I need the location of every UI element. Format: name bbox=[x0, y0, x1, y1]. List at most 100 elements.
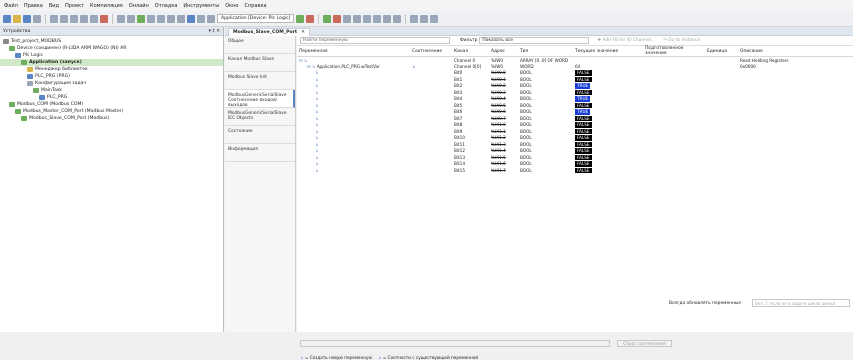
flow-icon[interactable] bbox=[410, 14, 419, 23]
table-row[interactable]: ↳ Bit15 %IX1.7 BOOL FALSE bbox=[297, 167, 853, 174]
print-icon[interactable] bbox=[33, 14, 41, 23]
side-tab[interactable]: Modbus Slave Init bbox=[225, 72, 295, 90]
step-out-icon[interactable] bbox=[177, 14, 185, 23]
variable-icon[interactable]: ↳ bbox=[315, 90, 319, 95]
new-icon[interactable] bbox=[3, 14, 11, 23]
variable-icon[interactable]: ↳ bbox=[315, 168, 319, 173]
menu-item[interactable]: Проект bbox=[65, 3, 84, 9]
variable-icon[interactable]: ↳ bbox=[315, 161, 319, 166]
side-tab[interactable]: ModbusGenericSerialSlave IEC Objects bbox=[225, 108, 295, 126]
find-variable-input[interactable]: Найти переменную bbox=[300, 37, 450, 44]
tree-item[interactable]: Менеджер библиотек bbox=[0, 66, 223, 73]
save-icon[interactable] bbox=[23, 14, 31, 23]
tree-item[interactable]: Modbus_COM (Modbus COM) bbox=[0, 101, 223, 108]
tree-item[interactable]: Modbus_Master_COM_Port (Modbus Master) bbox=[0, 108, 223, 115]
add-fb-button[interactable]: ✚ Add FB for IO Channel... bbox=[597, 38, 655, 43]
cycle-icon[interactable] bbox=[363, 14, 372, 23]
side-tab[interactable]: ModbusGenericSerialSlave Соотнесение вхо… bbox=[225, 90, 295, 108]
menu-item[interactable]: Компиляция bbox=[90, 3, 123, 9]
reset-icon[interactable] bbox=[343, 14, 352, 23]
update-variables-select[interactable]: Вкл. 2 (если не в задаче цикла шины) bbox=[752, 299, 850, 307]
device-combo[interactable]: Application [Device: Plc Logic] bbox=[217, 14, 295, 23]
login-icon[interactable] bbox=[296, 14, 305, 23]
breakpoint-icon[interactable] bbox=[147, 14, 155, 23]
open-icon[interactable] bbox=[13, 14, 21, 23]
settings-icon[interactable] bbox=[430, 14, 439, 23]
paste-icon[interactable] bbox=[90, 14, 98, 23]
go-to-instance-button[interactable]: ↷ Go to Instance bbox=[663, 38, 700, 43]
redo-icon[interactable] bbox=[60, 14, 68, 23]
menu-item[interactable]: Инструменты bbox=[183, 3, 219, 9]
logout-icon[interactable] bbox=[306, 14, 315, 23]
variable-icon[interactable]: ⊟ ↳ bbox=[307, 64, 317, 69]
variable-icon[interactable]: ↳ bbox=[315, 70, 319, 75]
undo-icon[interactable] bbox=[50, 14, 58, 23]
column-header[interactable]: Единица bbox=[705, 46, 738, 57]
side-tab[interactable]: Общее bbox=[225, 36, 295, 54]
tree-item[interactable]: Modbus_Slave_COM_Port (Modbus) bbox=[0, 115, 223, 122]
tree-item[interactable]: Device (соединен) (R-LIDA ARM WAGO) (Nl)… bbox=[0, 45, 223, 52]
tree-item[interactable]: Test_project_MODBUS bbox=[0, 38, 223, 45]
column-header[interactable]: Адрес bbox=[489, 46, 518, 57]
variable-icon[interactable]: ↳ bbox=[315, 83, 319, 88]
column-header[interactable]: Канал bbox=[452, 46, 489, 57]
variable-icon[interactable]: ↳ bbox=[315, 77, 319, 82]
tree-item[interactable]: PLC_PRG bbox=[0, 94, 223, 101]
column-header[interactable]: Подготовленное значение bbox=[643, 46, 705, 57]
variable-icon[interactable]: ⊟ ↳ bbox=[299, 58, 307, 63]
watch-icon[interactable] bbox=[197, 14, 205, 23]
tree-item[interactable]: Application (запуск) bbox=[0, 59, 223, 66]
stop-icon[interactable] bbox=[333, 14, 342, 23]
step-over-icon[interactable] bbox=[353, 14, 362, 23]
run-icon[interactable] bbox=[323, 14, 332, 23]
side-tab[interactable]: Состояние bbox=[225, 126, 295, 144]
column-header[interactable]: Переменная bbox=[297, 46, 410, 57]
tree-item[interactable]: Конфигурация задач bbox=[0, 80, 223, 87]
menu-item[interactable]: Онлайн bbox=[129, 3, 149, 9]
write-icon[interactable] bbox=[373, 14, 382, 23]
variable-icon[interactable]: ↳ bbox=[315, 122, 319, 127]
side-tab[interactable]: Информация bbox=[225, 144, 295, 162]
tree-item[interactable]: MainTask bbox=[0, 87, 223, 94]
build-icon[interactable] bbox=[127, 14, 135, 23]
variable-icon[interactable]: ↳ bbox=[315, 129, 319, 134]
menu-item[interactable]: Справка bbox=[245, 3, 267, 9]
step-into-icon[interactable] bbox=[167, 14, 175, 23]
device-icon[interactable] bbox=[207, 14, 215, 23]
column-header[interactable]: Описание bbox=[738, 46, 853, 57]
filter-select[interactable]: Показать все bbox=[479, 37, 590, 44]
monitor-icon[interactable] bbox=[187, 14, 195, 23]
step-icon[interactable] bbox=[157, 14, 165, 23]
unforce-icon[interactable] bbox=[393, 14, 402, 23]
variable-icon[interactable]: ↳ bbox=[315, 155, 319, 160]
column-header[interactable]: Текущее значение bbox=[573, 46, 643, 57]
watchlist-icon[interactable] bbox=[420, 14, 429, 23]
mapping-input[interactable] bbox=[300, 340, 610, 347]
menu-item[interactable]: Файл bbox=[4, 3, 18, 9]
side-tab[interactable]: Канал Modbus Slave bbox=[225, 54, 295, 72]
menu-item[interactable]: Правка bbox=[24, 3, 43, 9]
menu-item[interactable]: Вид bbox=[49, 3, 59, 9]
find-icon[interactable] bbox=[117, 14, 125, 23]
menu-item[interactable]: Отладка bbox=[155, 3, 178, 9]
tree-item[interactable]: PLC_PRG (PRG) bbox=[0, 73, 223, 80]
close-icon[interactable]: ✕ bbox=[301, 29, 305, 36]
tree-item[interactable]: Plc Logic bbox=[0, 52, 223, 59]
cut-icon[interactable] bbox=[70, 14, 78, 23]
variable-icon[interactable]: ↳ bbox=[315, 103, 319, 108]
force-icon[interactable] bbox=[383, 14, 392, 23]
variable-icon[interactable]: ↳ bbox=[315, 116, 319, 121]
column-header[interactable]: Соотнесение bbox=[410, 46, 452, 57]
reset-mapping-button[interactable]: Сброс соотнесения bbox=[617, 340, 672, 347]
variable-icon[interactable]: ↳ bbox=[315, 96, 319, 101]
variable-icon[interactable]: ↳ bbox=[315, 109, 319, 114]
delete-icon[interactable] bbox=[100, 14, 108, 23]
menu-item[interactable]: Окно bbox=[225, 3, 238, 9]
variable-icon[interactable]: ↳ bbox=[315, 142, 319, 147]
pane-controls-icon[interactable]: ▾ ‡ ✕ bbox=[209, 29, 220, 34]
variable-icon[interactable]: ↳ bbox=[315, 148, 319, 153]
column-header[interactable]: Тип bbox=[518, 46, 573, 57]
copy-icon[interactable] bbox=[80, 14, 88, 23]
variable-icon[interactable]: ↳ bbox=[315, 135, 319, 140]
tab-modbus-slave[interactable]: Modbus_Slave_COM_Port ✕ bbox=[228, 28, 310, 36]
